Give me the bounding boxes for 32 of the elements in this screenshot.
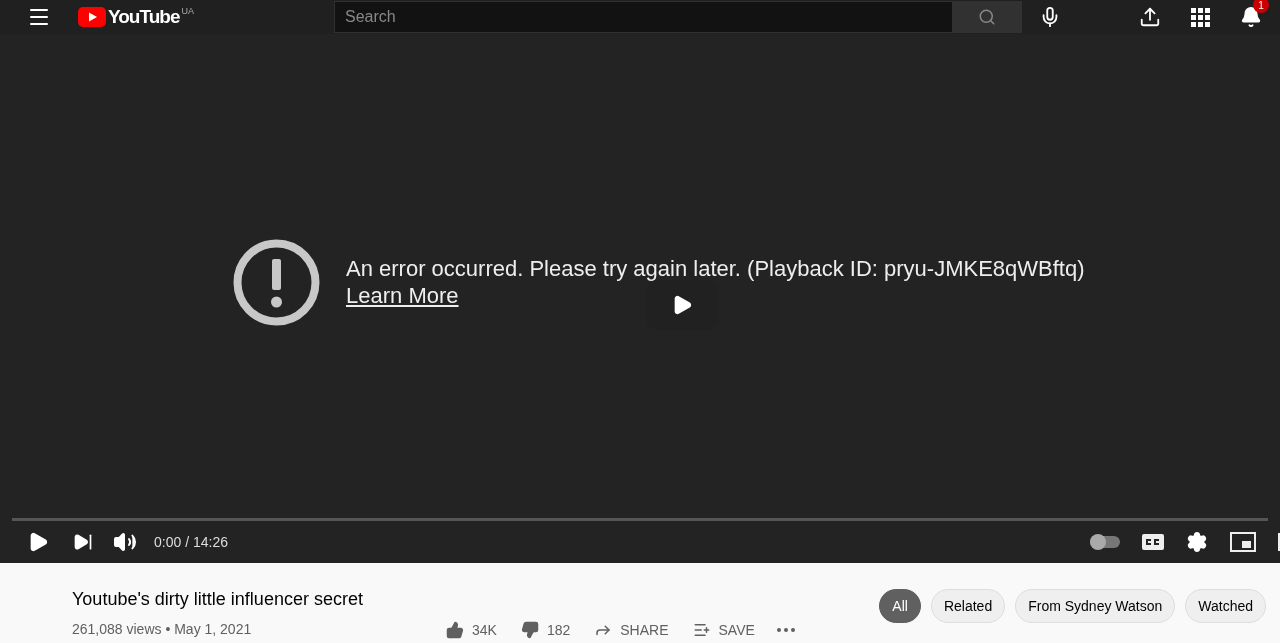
search-button[interactable] <box>952 1 1022 33</box>
settings-icon[interactable] <box>1186 531 1208 553</box>
logo-text[interactable]: YouTube <box>108 6 180 28</box>
like-button[interactable]: 34K <box>444 620 497 639</box>
more-button[interactable] <box>776 627 795 632</box>
video-meta: 261,088 views • May 1, 2021 <box>72 620 253 639</box>
learn-more-link[interactable]: Learn More <box>346 282 459 309</box>
share-button[interactable]: SHARE <box>592 620 669 639</box>
dislike-button[interactable]: 182 <box>518 620 571 639</box>
more-icon <box>776 627 795 632</box>
filter-chip[interactable]: Watched <box>1185 589 1266 623</box>
filter-chip[interactable]: All <box>879 589 921 623</box>
search-icon <box>978 8 997 26</box>
region-label: UA <box>181 6 194 16</box>
upload-icon[interactable] <box>1139 6 1161 28</box>
next-icon[interactable] <box>73 532 93 552</box>
captions-icon[interactable] <box>1142 534 1164 550</box>
save-button[interactable]: SAVE <box>690 620 755 639</box>
video-title: Youtube's dirty little influencer secret <box>72 588 364 611</box>
filter-chip[interactable]: Related <box>930 589 1006 623</box>
search-field[interactable]: Search <box>333 1 953 33</box>
filter-chip[interactable]: From Sydney Watson <box>1015 589 1176 623</box>
notification-badge: 1 <box>1253 0 1269 13</box>
volume-icon[interactable] <box>113 530 137 554</box>
logo-play-icon <box>78 7 106 27</box>
autoplay-toggle[interactable] <box>1090 536 1120 548</box>
apps-grid-icon[interactable] <box>1191 7 1210 27</box>
miniplayer-icon[interactable] <box>1230 532 1256 552</box>
error-message: An error occurred. Please try again later. (Playback ID: pryu-JMKE8qWBftq) <box>346 255 1085 282</box>
thumbs-up-icon <box>444 620 466 639</box>
time-display: 0:00 / 14:26 <box>154 532 228 552</box>
error-icon <box>233 238 320 326</box>
